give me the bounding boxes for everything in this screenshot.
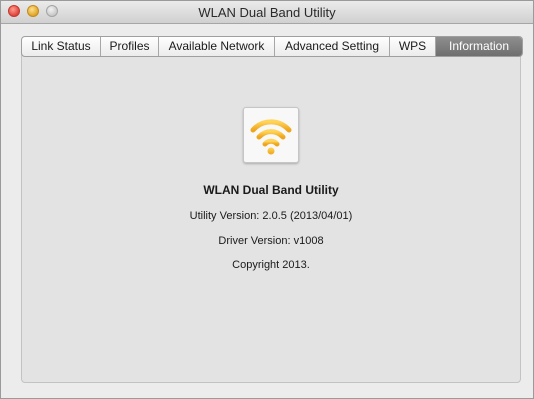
copyright: Copyright 2013. xyxy=(232,259,310,271)
app-window: WLAN Dual Band Utility Link Status Profi… xyxy=(0,0,534,399)
driver-version: Driver Version: v1008 xyxy=(218,235,324,247)
utility-version: Utility Version: 2.0.5 (2013/04/01) xyxy=(189,210,353,222)
tab-information[interactable]: Information xyxy=(436,37,522,56)
tab-wps[interactable]: WPS xyxy=(390,37,436,56)
wifi-icon xyxy=(243,107,299,163)
tab-profiles[interactable]: Profiles xyxy=(101,37,159,56)
app-name: WLAN Dual Band Utility xyxy=(203,183,339,197)
tab-available-network[interactable]: Available Network xyxy=(159,37,275,56)
tab-bar: Link Status Profiles Available Network A… xyxy=(21,36,523,57)
tab-advanced-setting[interactable]: Advanced Setting xyxy=(275,37,390,56)
tab-link-status[interactable]: Link Status xyxy=(22,37,101,56)
window-title: WLAN Dual Band Utility xyxy=(198,5,336,20)
title-bar[interactable]: WLAN Dual Band Utility xyxy=(1,1,533,24)
